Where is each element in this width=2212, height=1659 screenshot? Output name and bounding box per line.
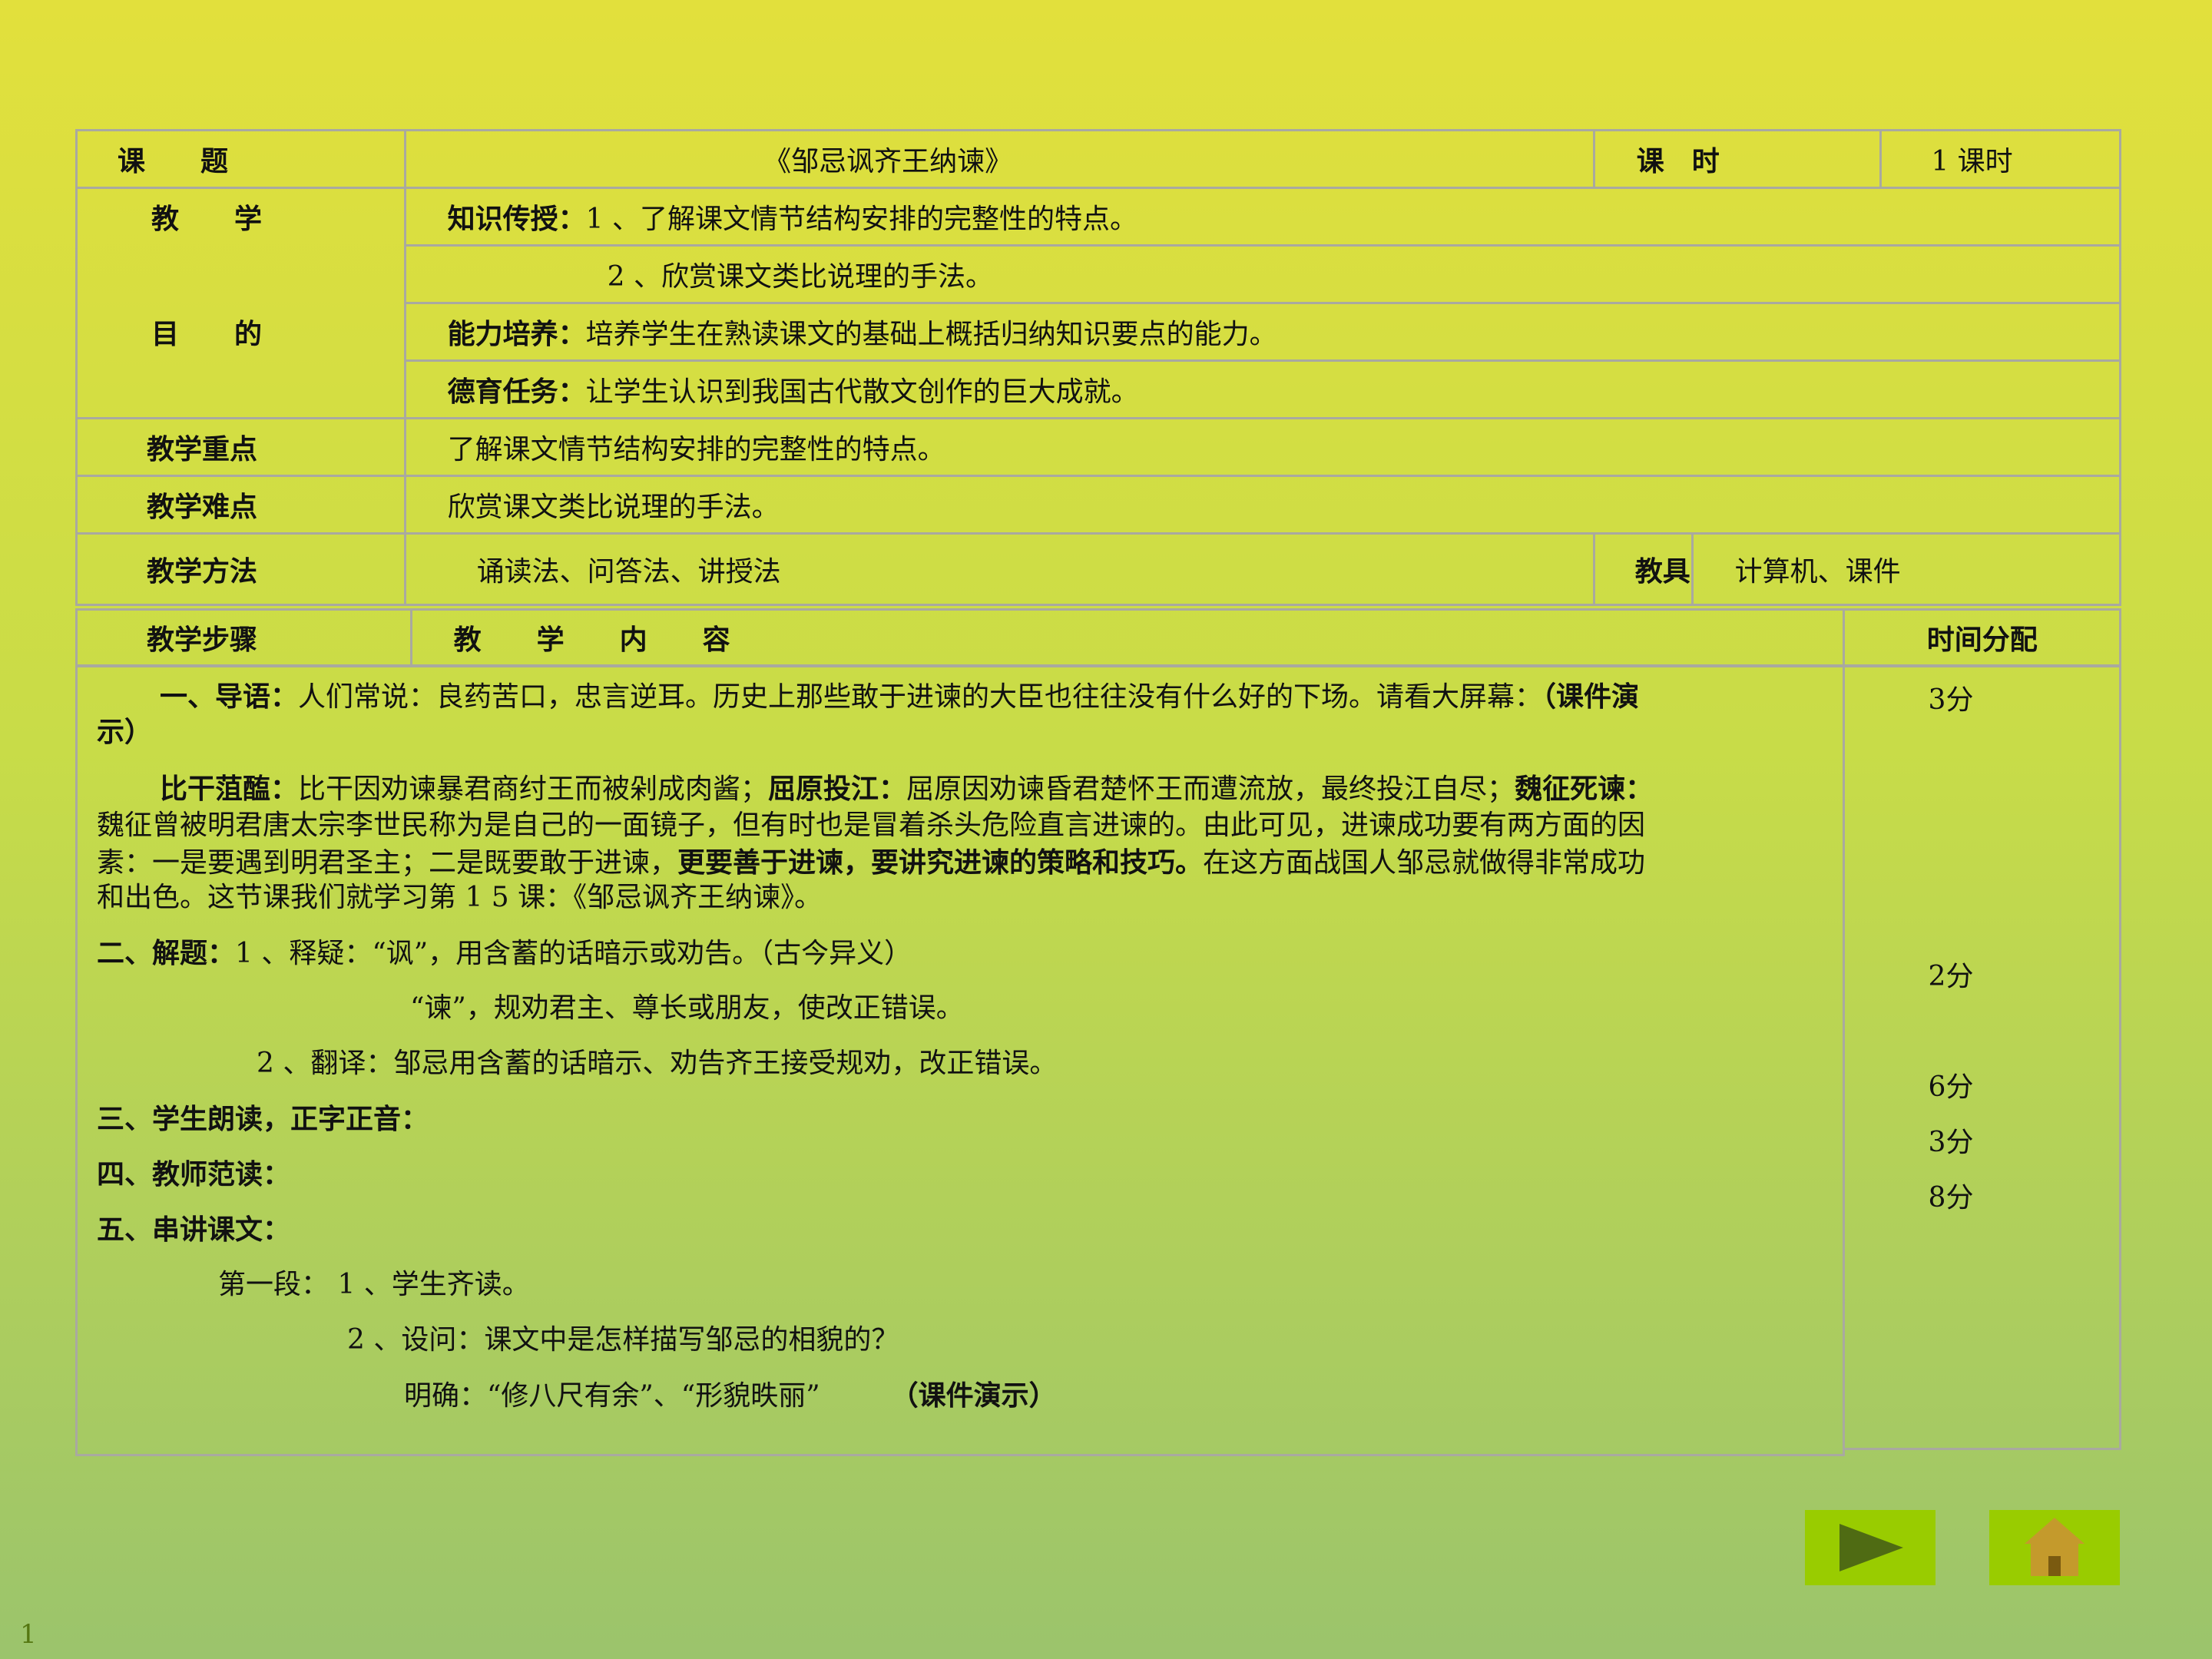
- section-5-answer: 明确：“修八尺有余”、“形貌昳丽”: [404, 1380, 820, 1412]
- key-label: 教学重点: [75, 417, 406, 477]
- goal-label-line2: 目 的: [151, 318, 263, 350]
- example-label-quyuan: 屈原投江：: [768, 773, 907, 805]
- method-label: 教学方法: [75, 532, 406, 606]
- time-section-2: 2分: [1928, 961, 1974, 992]
- example-text-bigan: 比干因劝谏暴君商纣王而被剁成肉酱；: [298, 773, 769, 805]
- examples-line-2: 魏征曾被明君唐太宗李世民称为是自己的一面镜子，但有时也是冒着杀头危险直言进谏的。…: [97, 810, 1646, 841]
- ability-text: 培养学生在熟读课文的基础上概括归纳知识要点的能力。: [585, 319, 1277, 350]
- time-section-5: 8分: [1928, 1182, 1974, 1214]
- examples-line-3c: 在这方面战国人邹忌就做得非常成功: [1203, 847, 1646, 879]
- steps-header-table: 教学步骤 教 学 内 容 时间分配: [75, 608, 2121, 667]
- home-button[interactable]: [1989, 1510, 2120, 1585]
- section-5-demo: （课件演示）: [904, 1379, 1057, 1412]
- hours-label: 课 时: [1592, 129, 1883, 189]
- time-section-3: 6分: [1928, 1071, 1974, 1103]
- ability-row: 能力培养：培养学生在熟读课文的基础上概括归纳知识要点的能力。: [403, 302, 2122, 362]
- section-2-label: 二、解题：: [97, 937, 236, 969]
- lesson-info-table: 课 题 《邹忌讽齐王纳谏》 课 时 1 课时 教 学 目 的 知识传授：1 、了…: [75, 129, 2122, 606]
- examples-line-3: 素：一是要遇到明君圣主；二是既要敢于进谏，更要善于进谏，要讲究进谏的策略和技巧。…: [97, 845, 1645, 881]
- knowledge-item-2: 2 、欣赏课文类比说理的手法。: [403, 244, 2122, 304]
- hours-value: 1 课时: [1879, 129, 2121, 189]
- intro-demo-a: （课件演: [1542, 680, 1640, 713]
- examples-line-4: 和出色。这节课我们就学习第 1 5 课：《邹忌讽齐王纳谏》。: [97, 882, 823, 913]
- tools-text: 计算机、课件: [1690, 532, 2122, 606]
- example-text-quyuan: 屈原因劝谏昏君楚怀王而遭流放，最终投江自尽；: [906, 773, 1515, 805]
- key-text: 了解课文情节结构安排的完整性的特点。: [403, 417, 2122, 477]
- knowledge-item-1: 1 、了解课文情节结构安排的完整性的特点。: [585, 204, 1138, 235]
- section-5-line-3: 明确：“修八尺有余”、“形貌昳丽” （课件演示）: [404, 1378, 1057, 1414]
- time-column: [1845, 665, 2121, 1450]
- knowledge-row: 知识传授：1 、了解课文情节结构安排的完整性的特点。: [403, 187, 2122, 247]
- section-5-line-2: 2 、设问：课文中是怎样描写邹忌的相貌的？: [347, 1324, 899, 1356]
- example-label-bigan: 比干菹醢：: [160, 773, 299, 805]
- section-2-line-2: “谏”，规劝君主、尊长或朋友，使改正错误。: [410, 992, 964, 1024]
- home-icon: [2025, 1518, 2085, 1576]
- moral-text: 让学生认识到我国古代散文创作的巨大成就。: [585, 376, 1139, 408]
- moral-row: 德育任务：让学生认识到我国古代散文创作的巨大成就。: [403, 359, 2122, 419]
- examples-line-3a: 素：一是要遇到明君圣主；二是既要敢于进谏，: [97, 847, 678, 879]
- next-button[interactable]: [1805, 1510, 1936, 1585]
- examples-line-3b: 更要善于进谏，要讲究进谏的策略和技巧。: [677, 846, 1204, 879]
- section-3: 三、学生朗读，正字正音：: [97, 1103, 429, 1135]
- content-header: 教 学 内 容: [409, 608, 1846, 667]
- ability-label: 能力培养：: [447, 318, 586, 350]
- topic-value: 《邹忌讽齐王纳谏》: [403, 129, 1595, 189]
- section-2-line-1: 二、解题：1 、释疑：“讽”，用含蓄的话暗示或劝告。（古今异义）: [97, 935, 912, 972]
- play-arrow-icon: [1839, 1524, 1903, 1571]
- section-4: 四、教师范读：: [97, 1158, 291, 1190]
- intro-line: 一、导语：人们常说：良药苦口，忠言逆耳。历史上那些敢于进谏的大臣也往往没有什么好…: [160, 679, 1639, 715]
- time-header: 时间分配: [1843, 608, 2121, 667]
- time-section-4: 3分: [1928, 1127, 1974, 1158]
- examples-line-1: 比干菹醢：比干因劝谏暴君商纣王而被剁成肉酱；屈原投江：屈原因劝谏昏君楚怀王而遭流…: [160, 771, 1653, 807]
- section-5-line-1: 第一段： 1 、学生齐读。: [218, 1269, 530, 1300]
- difficulty-label: 教学难点: [75, 475, 406, 535]
- example-label-weizheng: 魏征死谏：: [1515, 773, 1654, 805]
- knowledge-label: 知识传授：: [447, 203, 586, 235]
- intro-text: 人们常说：良药苦口，忠言逆耳。历史上那些敢于进谏的大臣也往往没有什么好的下场。请…: [298, 681, 1543, 713]
- section-5: 五、串讲课文：: [97, 1214, 291, 1246]
- goal-label: 教 学 目 的: [75, 187, 406, 419]
- goal-label-line1: 教 学: [151, 203, 263, 235]
- method-text: 诵读法、问答法、讲授法: [403, 532, 1595, 606]
- section-2-text-1: 1 、释疑：“讽”，用含蓄的话暗示或劝告。（古今异义）: [235, 938, 912, 969]
- intro-label: 一、导语：: [160, 680, 299, 713]
- intro-demo-b: 示）: [97, 716, 153, 748]
- tools-label: 教具: [1592, 532, 1694, 606]
- section-2-line-3: 2 、翻译：邹忌用含蓄的话暗示、劝告齐王接受规劝，改正错误。: [257, 1048, 1058, 1079]
- difficulty-text: 欣赏课文类比说理的手法。: [403, 475, 2122, 535]
- page-number: 1: [20, 1619, 37, 1650]
- topic-label: 课 题: [75, 129, 406, 189]
- time-intro: 3分: [1928, 684, 1974, 716]
- step-header: 教学步骤: [75, 608, 412, 667]
- moral-label: 德育任务：: [447, 376, 586, 408]
